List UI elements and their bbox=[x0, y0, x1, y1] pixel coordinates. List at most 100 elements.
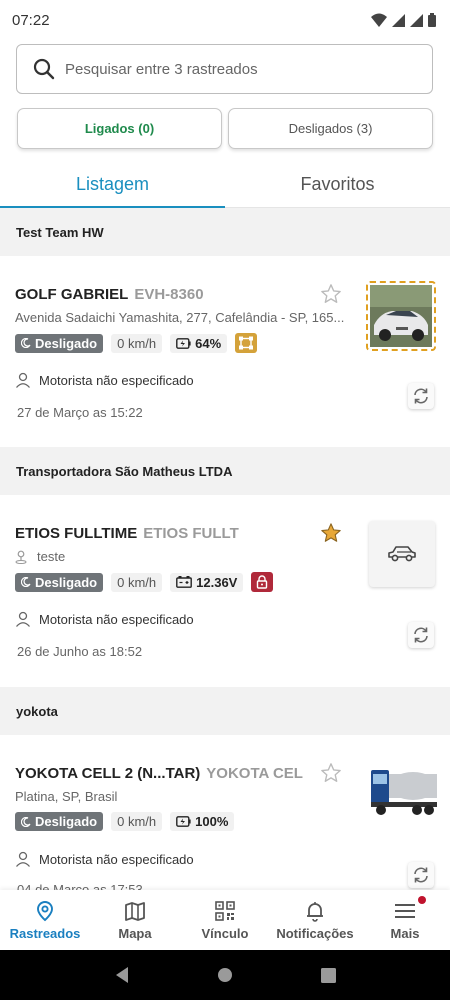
truck-photo-icon bbox=[367, 760, 437, 828]
vehicle-card[interactable]: YOKOTA CELL 2 (N...TAR) YOKOTA CEL Platin… bbox=[0, 735, 450, 890]
status-time: 07:22 bbox=[12, 11, 50, 29]
geofence-icon bbox=[235, 333, 258, 353]
car-icon bbox=[388, 546, 416, 562]
lock-icon bbox=[251, 572, 274, 592]
recents-icon[interactable] bbox=[321, 967, 337, 983]
vehicle-name: ETIOS FULLTIME bbox=[15, 525, 138, 542]
search-input[interactable] bbox=[65, 60, 395, 78]
status-chips: Desligado 0 km/h 100% bbox=[15, 812, 235, 831]
refresh-icon bbox=[414, 627, 428, 643]
group-header: Test Team HW bbox=[0, 208, 450, 256]
status-label: Desligado bbox=[35, 574, 98, 590]
vehicle-title: YOKOTA CELL 2 (N...TAR) YOKOTA CEL bbox=[15, 765, 303, 782]
tab-favoritos[interactable]: Favoritos bbox=[225, 162, 450, 208]
signal-icon bbox=[392, 13, 405, 27]
status-label: Desligado bbox=[35, 335, 98, 351]
speed-chip: 0 km/h bbox=[111, 812, 163, 831]
refresh-icon bbox=[414, 867, 428, 883]
speed-chip: 0 km/h bbox=[111, 333, 163, 353]
person-icon bbox=[16, 372, 30, 388]
wifi-icon bbox=[371, 13, 387, 27]
bottom-nav: Rastreados Mapa Vínculo Notificações Mai… bbox=[0, 890, 450, 950]
system-nav-bar bbox=[0, 950, 450, 1000]
status-icons bbox=[371, 13, 436, 27]
speed-chip: 0 km/h bbox=[111, 572, 163, 592]
nav-notificacoes[interactable]: Notificações bbox=[270, 890, 360, 950]
last-update-date: 26 de Junho as 18:52 bbox=[17, 644, 143, 659]
nav-label: Rastreados bbox=[9, 925, 81, 941]
status-chips: Desligado 0 km/h 64% bbox=[15, 333, 258, 353]
moon-icon bbox=[21, 338, 31, 348]
search-icon bbox=[33, 58, 55, 80]
battery-chip: 100% bbox=[170, 812, 235, 831]
nav-rastreados[interactable]: Rastreados bbox=[0, 890, 90, 950]
filter-off-button[interactable]: Desligados (3) bbox=[228, 108, 433, 149]
home-icon[interactable] bbox=[217, 967, 233, 983]
vehicle-plate: EVH-8360 bbox=[134, 286, 204, 303]
status-chip: Desligado bbox=[15, 572, 104, 592]
voltage-value: 12.36V bbox=[196, 574, 238, 590]
battery-value: 100% bbox=[195, 814, 229, 829]
signal-icon-2 bbox=[410, 13, 423, 27]
vehicle-card[interactable]: ETIOS FULLTIME ETIOS FULLT teste Desligad… bbox=[0, 495, 450, 685]
moon-icon bbox=[21, 577, 31, 587]
status-chip: Desligado bbox=[15, 333, 104, 353]
search-bar[interactable] bbox=[16, 44, 433, 94]
vehicle-address: teste bbox=[37, 549, 66, 564]
group-header: Transportadora São Matheus LTDA bbox=[0, 447, 450, 495]
vehicle-name: YOKOTA CELL 2 (N...TAR) bbox=[15, 765, 201, 782]
bell-icon bbox=[307, 901, 323, 922]
speed-value: 0 km/h bbox=[117, 335, 157, 351]
back-icon[interactable] bbox=[114, 966, 130, 984]
vehicle-plate: YOKOTA CEL bbox=[206, 765, 303, 782]
menu-icon bbox=[395, 903, 415, 918]
nav-label: Mais bbox=[390, 925, 420, 941]
nav-label: Vínculo bbox=[201, 925, 249, 941]
speed-value: 0 km/h bbox=[117, 574, 157, 590]
vehicle-photo-placeholder[interactable] bbox=[369, 521, 435, 587]
status-chip: Desligado bbox=[15, 812, 104, 831]
nav-vinculo[interactable]: Vínculo bbox=[180, 890, 270, 950]
refresh-button[interactable] bbox=[408, 383, 434, 409]
map-pin-icon bbox=[37, 900, 53, 921]
map-icon bbox=[125, 901, 145, 921]
speed-value: 0 km/h bbox=[117, 814, 157, 829]
vehicle-name: GOLF GABRIEL bbox=[15, 286, 129, 303]
tab-listagem[interactable]: Listagem bbox=[0, 162, 225, 208]
vehicle-photo[interactable] bbox=[366, 281, 436, 351]
group-header: yokota bbox=[0, 687, 450, 735]
driver-label: Motorista não especificado bbox=[39, 851, 194, 867]
person-icon bbox=[16, 611, 30, 627]
vehicle-address-row: teste bbox=[15, 549, 350, 564]
driver-info: Motorista não especificado bbox=[15, 611, 194, 627]
favorite-star-icon[interactable] bbox=[320, 283, 342, 305]
car-photo-icon bbox=[370, 285, 432, 347]
nav-label: Mapa bbox=[118, 925, 152, 941]
favorite-star-icon[interactable] bbox=[320, 522, 342, 544]
car-battery-icon bbox=[176, 576, 193, 588]
last-update-date: 27 de Março as 15:22 bbox=[17, 405, 143, 420]
status-bar: 07:22 bbox=[0, 0, 450, 40]
nav-label: Notificações bbox=[276, 925, 354, 941]
battery-icon bbox=[428, 13, 436, 27]
last-update-date: 04 de Março as 17:53 bbox=[17, 882, 143, 890]
refresh-button[interactable] bbox=[408, 622, 434, 648]
driver-info: Motorista não especificado bbox=[15, 851, 194, 867]
vehicle-address: Avenida Sadaichi Yamashita, 277, Cafelân… bbox=[15, 310, 345, 325]
filter-on-button[interactable]: Ligados (0) bbox=[17, 108, 222, 149]
nav-mais[interactable]: Mais bbox=[360, 890, 450, 950]
battery-chip: 64% bbox=[170, 333, 228, 353]
nav-mapa[interactable]: Mapa bbox=[90, 890, 180, 950]
vehicle-plate: ETIOS FULLT bbox=[143, 525, 239, 542]
battery-level-icon bbox=[176, 337, 191, 349]
moon-icon bbox=[21, 816, 31, 827]
person-icon bbox=[16, 851, 30, 867]
refresh-button[interactable] bbox=[408, 862, 434, 888]
vehicle-card[interactable]: GOLF GABRIEL EVH-8360 Avenida Sadaichi Ya… bbox=[0, 256, 450, 446]
voltage-chip: 12.36V bbox=[170, 572, 244, 592]
vehicle-title: GOLF GABRIEL EVH-8360 bbox=[15, 286, 204, 303]
favorite-star-icon[interactable] bbox=[320, 762, 342, 784]
notification-badge bbox=[418, 896, 426, 904]
vehicle-photo[interactable] bbox=[367, 760, 437, 828]
driver-label: Motorista não especificado bbox=[39, 611, 194, 627]
